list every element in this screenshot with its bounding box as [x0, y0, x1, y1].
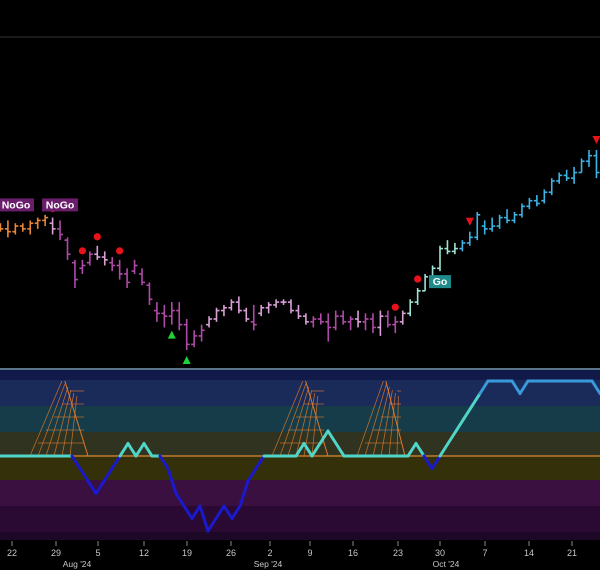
oscillator-band — [0, 370, 600, 380]
oscillator-band — [0, 406, 600, 432]
x-tick-label: 26 — [226, 548, 236, 558]
x-month-label: Aug '24 — [63, 559, 92, 569]
signal-label-text: NoGo — [2, 199, 31, 211]
x-tick-label: 5 — [95, 548, 100, 558]
red-dot-marker — [78, 247, 86, 255]
x-tick-label: 30 — [435, 548, 445, 558]
red-dot-marker — [116, 247, 124, 255]
x-tick-label: 7 — [482, 548, 487, 558]
x-tick-label: 2 — [267, 548, 272, 558]
oscillator-band — [0, 456, 600, 480]
oscillator-band — [0, 506, 600, 532]
x-tick-label: 16 — [348, 548, 358, 558]
red-dot-marker — [93, 233, 101, 241]
x-tick-label: 12 — [139, 548, 149, 558]
chart-svg: NoGo NoGoGo 22 29 5 12 19 26 2 9 16 23 30 7 14 21Aug '… — [0, 0, 600, 570]
signal-label-text: Go — [433, 276, 448, 288]
red-dot-marker — [414, 275, 422, 283]
x-tick-label: 22 — [7, 548, 17, 558]
x-tick-label: 14 — [524, 548, 534, 558]
oscillator-bands — [0, 370, 600, 540]
x-tick-label: 29 — [51, 548, 61, 558]
oscillator-band — [0, 380, 600, 406]
red-dot-marker — [391, 303, 399, 311]
x-tick-label: 19 — [182, 548, 192, 558]
x-month-label: Oct '24 — [433, 559, 460, 569]
signal-label-text: NoGo — [46, 199, 75, 211]
oscillator-band — [0, 532, 600, 540]
x-tick-label: 9 — [307, 548, 312, 558]
x-tick-label: 23 — [393, 548, 403, 558]
x-month-label: Sep '24 — [254, 559, 283, 569]
x-tick-label: 21 — [567, 548, 577, 558]
